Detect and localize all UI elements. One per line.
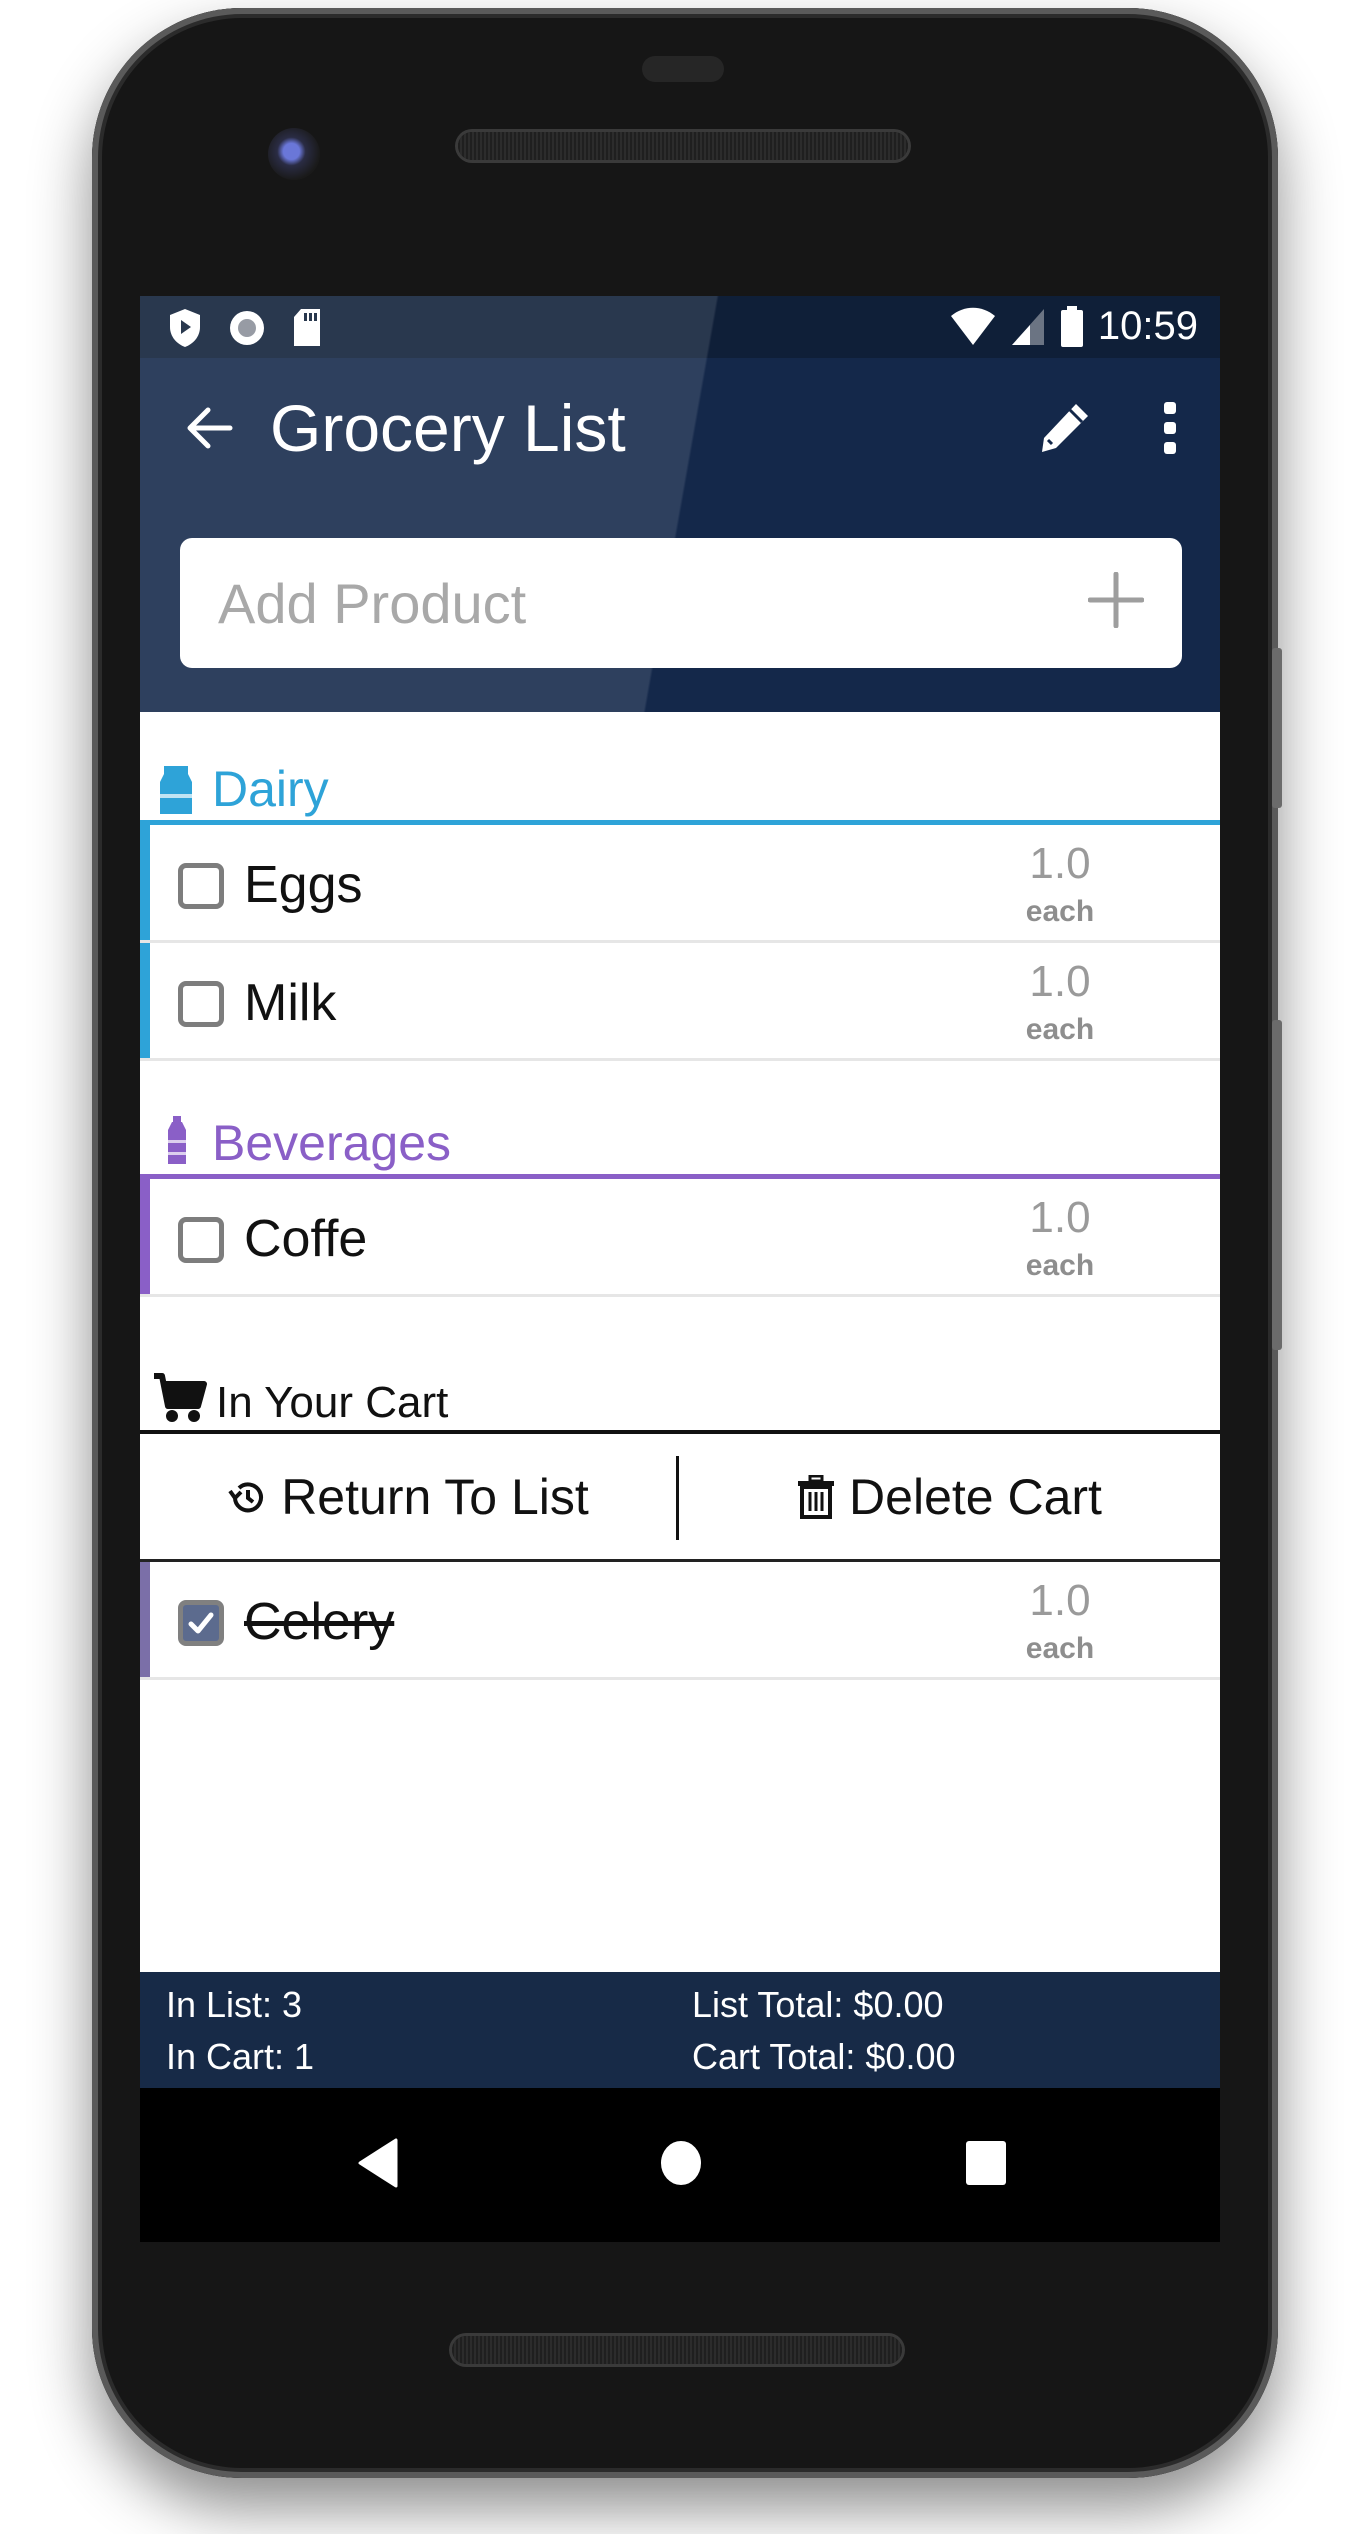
item-checkbox[interactable] xyxy=(178,981,224,1027)
shield-play-icon xyxy=(170,309,200,347)
category-color-bar xyxy=(140,943,150,1058)
bottom-speaker xyxy=(452,2336,902,2364)
return-to-list-label: Return To List xyxy=(281,1468,589,1525)
more-vert-icon[interactable] xyxy=(1160,400,1180,456)
item-quantity: 1.0 xyxy=(1029,1193,1091,1242)
wifi-icon xyxy=(950,307,995,345)
cart-actions: Return To List Delete Cart xyxy=(140,1434,1220,1562)
item-name: Milk xyxy=(244,974,337,1032)
category-color-bar xyxy=(140,825,150,940)
front-camera xyxy=(268,128,320,180)
restore-icon xyxy=(228,1481,264,1512)
delete-cart-button[interactable]: Delete Cart xyxy=(679,1434,1220,1559)
volume-button xyxy=(1272,648,1282,808)
cart-icon xyxy=(154,1373,207,1422)
status-time: 10:59 xyxy=(1097,304,1198,348)
record-icon xyxy=(230,311,264,345)
earpiece-speaker xyxy=(458,132,908,160)
return-to-list-button[interactable]: Return To List xyxy=(140,1434,676,1559)
add-product-field xyxy=(180,538,1182,668)
list-item[interactable]: Coffe 1.0 each xyxy=(140,1179,1220,1297)
item-quantity: 1.0 xyxy=(1029,957,1091,1006)
category-color-bar xyxy=(140,1179,150,1294)
app-bar: Grocery List xyxy=(140,358,1220,712)
app-screen: 10:59 Grocery List Dairy Eggs 1.0 each M… xyxy=(140,296,1220,2242)
list-item[interactable]: Milk 1.0 each xyxy=(140,943,1220,1061)
delete-cart-label: Delete Cart xyxy=(849,1468,1102,1525)
category-color-bar xyxy=(140,1562,150,1677)
item-name: Celery xyxy=(244,1593,395,1651)
item-checkbox-checked[interactable] xyxy=(178,1600,224,1646)
category-label: Beverages xyxy=(212,1115,452,1171)
item-checkbox[interactable] xyxy=(178,863,224,909)
list-item[interactable]: Eggs 1.0 each xyxy=(140,825,1220,943)
battery-icon xyxy=(1060,305,1083,347)
add-product-input[interactable] xyxy=(218,538,1068,668)
trash-icon xyxy=(798,1474,835,1519)
cart-header: In Your Cart xyxy=(140,1368,1220,1432)
in-cart-count: In Cart: 1 xyxy=(166,2036,315,2077)
navigation-bar xyxy=(140,2088,1220,2242)
item-quantity: 1.0 xyxy=(1029,1576,1091,1625)
item-checkbox[interactable] xyxy=(178,1217,224,1263)
in-list-count: In List: 3 xyxy=(166,1984,303,2025)
item-unit: each xyxy=(1025,895,1095,928)
check-icon xyxy=(188,1612,214,1634)
item-name: Coffe xyxy=(244,1210,368,1268)
nav-recents-icon[interactable] xyxy=(964,2138,1008,2188)
status-bar: 10:59 xyxy=(140,296,1220,358)
milk-carton-icon xyxy=(160,766,192,814)
list-total: List Total: $0.00 xyxy=(692,1984,944,2025)
power-button xyxy=(1272,1020,1282,1350)
item-unit: each xyxy=(1025,1249,1095,1282)
category-header-dairy[interactable]: Dairy xyxy=(140,756,1220,826)
arrow-left-icon[interactable] xyxy=(180,398,240,458)
cell-signal-icon xyxy=(1011,308,1044,345)
pencil-icon[interactable] xyxy=(1036,400,1092,456)
nav-home-icon[interactable] xyxy=(659,2138,703,2188)
category-header-beverages[interactable]: Beverages xyxy=(140,1110,1220,1180)
sd-card-icon xyxy=(294,309,320,346)
page-title: Grocery List xyxy=(270,391,626,465)
cart-item[interactable]: Celery 1.0 each xyxy=(140,1562,1220,1680)
item-unit: each xyxy=(1025,1013,1095,1046)
category-label: Dairy xyxy=(212,761,329,817)
proximity-sensor xyxy=(642,56,724,82)
cart-header-label: In Your Cart xyxy=(216,1378,449,1427)
nav-back-icon[interactable] xyxy=(356,2138,400,2188)
summary-footer: In List: 3 In Cart: 1 List Total: $0.00 … xyxy=(140,1972,1220,2088)
bottle-icon xyxy=(168,1116,186,1164)
item-unit: each xyxy=(1025,1632,1095,1665)
item-quantity: 1.0 xyxy=(1029,839,1091,888)
cart-total: Cart Total: $0.00 xyxy=(692,2036,956,2077)
plus-icon[interactable] xyxy=(1088,572,1144,628)
item-name: Eggs xyxy=(244,856,363,914)
